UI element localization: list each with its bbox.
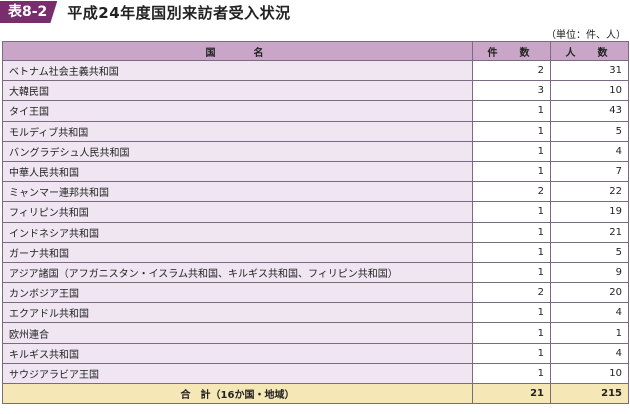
table-row: バングラデシュ人民共和国 1 4 [2,140,629,162]
header-row: 国 名 件 数 人 数 [2,41,629,61]
table-row: キルギス共和国 1 4 [2,342,629,364]
total-label: 合 計（16か国・地域） [2,382,473,405]
country-cell: 中華人民共和国 [2,160,473,183]
table-row: モルディブ共和国 1 5 [2,120,629,142]
title-bar: 表8-2 平成24年度国別来訪者受入状況 [0,0,291,24]
country-cell: ミャンマー連邦共和国 [2,181,473,203]
page-title: 平成24年度国別来訪者受入状況 [67,3,291,22]
table-row: ガーナ共和国 1 5 [2,241,629,263]
country-cell: キルギス共和国 [2,342,473,364]
column-header-country: 国 名 [2,41,473,61]
table-body: ベトナム社会主義共和国 2 31 大韓民国 3 10 タイ王国 1 43 モルディブ共和国 1 5 バン… [2,59,629,385]
cases-cell: 1 [472,221,551,243]
cases-cell: 3 [472,80,551,102]
people-cell: 10 [550,362,629,385]
visitor-table: 国 名 件 数 人 数 ベトナム社会主義共和国 2 31 大韓民国 3 10 タイ王国 1 43… [2,41,629,405]
people-cell: 10 [550,80,629,102]
people-cell: 4 [550,302,629,324]
people-cell: 5 [550,241,629,263]
cases-cell: 1 [472,241,551,263]
cases-cell: 2 [472,282,551,304]
table-row: アジア諸国（アフガニスタン・イスラム共和国、キルギス共和国、フィリピン共和国） 1… [2,261,629,284]
page: 表8-2 平成24年度国別来訪者受入状況 （単位：件、人） 国 名 件 数 人 … [0,0,630,414]
cases-cell: 2 [472,59,551,82]
country-cell: タイ王国 [2,100,473,122]
people-cell: 20 [550,282,629,304]
table-row: タイ王国 1 43 [2,100,629,122]
country-cell: サウジアラビア王国 [2,362,473,385]
country-cell: 大韓民国 [2,80,473,102]
total-people: 215 [550,382,629,405]
cases-cell: 1 [472,362,551,385]
country-cell: モルディブ共和国 [2,120,473,142]
cases-cell: 1 [472,140,551,162]
country-cell: エクアドル共和国 [2,302,473,324]
people-cell: 22 [550,181,629,203]
table-row: インドネシア共和国 1 21 [2,221,629,243]
table-row: フィリピン共和国 1 19 [2,201,629,223]
cases-cell: 1 [472,100,551,122]
cases-cell: 1 [472,201,551,223]
cases-cell: 1 [472,342,551,364]
table-row: エクアドル共和国 1 4 [2,302,629,324]
table-row: 中華人民共和国 1 7 [2,160,629,183]
country-cell: カンボジア王国 [2,282,473,304]
cases-cell: 2 [472,181,551,203]
total-row: 合 計（16か国・地域） 21 215 [2,382,629,405]
country-cell: フィリピン共和国 [2,201,473,223]
cases-cell: 1 [472,322,551,344]
table-row: カンボジア王国 2 20 [2,282,629,304]
table-row: 大韓民国 3 10 [2,80,629,102]
people-cell: 4 [550,140,629,162]
table-row: 欧州連合 1 1 [2,322,629,344]
people-cell: 5 [550,120,629,142]
country-cell: アジア諸国（アフガニスタン・イスラム共和国、キルギス共和国、フィリピン共和国） [2,261,473,284]
people-cell: 43 [550,100,629,122]
country-cell: ベトナム社会主義共和国 [2,59,473,82]
table-row: ミャンマー連邦共和国 2 22 [2,181,629,203]
people-cell: 4 [550,342,629,364]
cases-cell: 1 [472,160,551,183]
total-cases: 21 [472,382,551,405]
people-cell: 1 [550,322,629,344]
country-cell: バングラデシュ人民共和国 [2,140,473,162]
people-cell: 31 [550,59,629,82]
people-cell: 9 [550,261,629,284]
country-cell: インドネシア共和国 [2,221,473,243]
table-row: サウジアラビア王国 1 10 [2,362,629,385]
cases-cell: 1 [472,120,551,142]
cases-cell: 1 [472,302,551,324]
table-row: ベトナム社会主義共和国 2 31 [2,59,629,82]
country-cell: ガーナ共和国 [2,241,473,263]
people-cell: 7 [550,160,629,183]
column-header-people: 人 数 [550,41,629,61]
people-cell: 21 [550,221,629,243]
table-number-badge: 表8-2 [0,1,58,23]
country-cell: 欧州連合 [2,322,473,344]
cases-cell: 1 [472,261,551,284]
people-cell: 19 [550,201,629,223]
unit-note: （単位：件、人） [546,30,626,41]
column-header-cases: 件 数 [472,41,551,61]
